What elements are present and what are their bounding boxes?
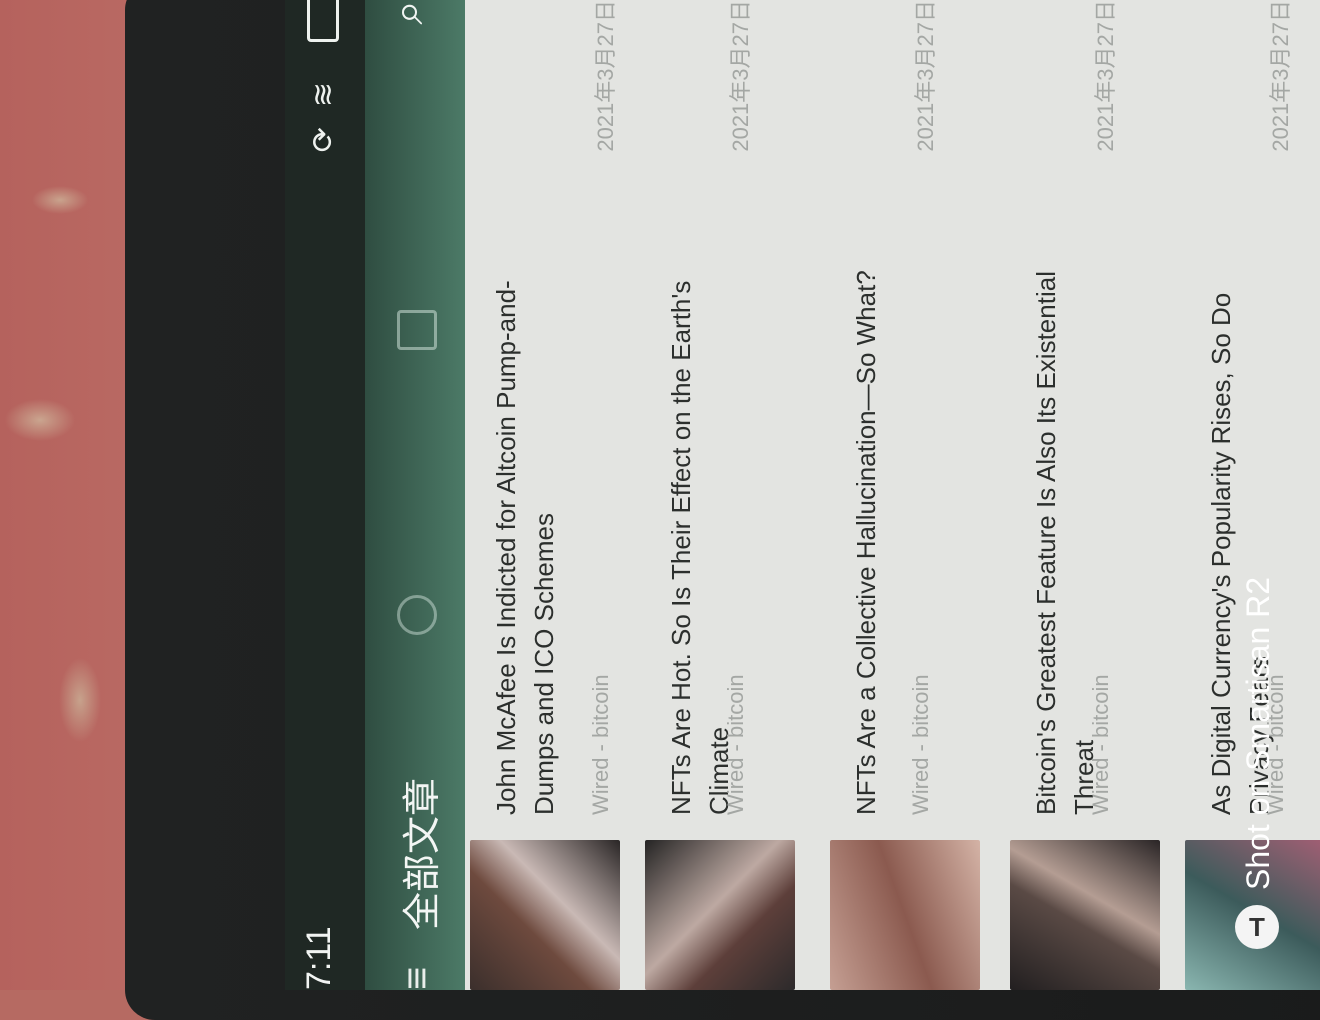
- article-thumbnail: [830, 840, 980, 990]
- wifi-icon: ≋: [306, 82, 340, 108]
- article-source: Wired - bitcoin: [588, 674, 613, 815]
- article-date: 2021年3月27日: [593, 0, 618, 152]
- status-icons: ⟳ ≋: [297, 0, 349, 152]
- select-icon[interactable]: [397, 310, 437, 350]
- unread-filter-icon[interactable]: [397, 595, 437, 635]
- watermark-text: Shot on Smartisan R2: [1240, 576, 1276, 890]
- watermark-logo: T: [1235, 905, 1279, 949]
- menu-icon[interactable]: ≡: [395, 967, 440, 990]
- article-source: Wired - bitcoin: [723, 674, 748, 815]
- search-icon[interactable]: ⌕: [383, 0, 433, 25]
- article-source: Wired - bitcoin: [908, 674, 933, 815]
- article-thumbnail: [1010, 840, 1160, 990]
- article-date: 2021年3月27日: [913, 0, 938, 152]
- sync-icon: ⟳: [306, 127, 340, 153]
- status-bar: 7:11 ⟳ ≋: [285, 0, 365, 990]
- page-title: 全部文章: [400, 777, 444, 930]
- article-date: 2021年3月27日: [1268, 0, 1293, 152]
- app-bar: ≡ 全部文章 ⌕: [365, 0, 465, 990]
- reader-screen: 7:11 ⟳ ≋ ≡ 全部文章 ⌕ John McAfee Is Indicte…: [285, 0, 1320, 990]
- article-list: John McAfee Is Indicted for Altcoin Pump…: [470, 0, 1320, 990]
- article-title: John McAfee Is Indicted for Altcoin Pump…: [491, 280, 559, 815]
- article-date: 2021年3月27日: [1093, 0, 1118, 152]
- article-title: NFTs Are a Collective Hallucination—So W…: [851, 270, 881, 815]
- battery-icon: [307, 0, 339, 42]
- screen-viewport: 7:11 ⟳ ≋ ≡ 全部文章 ⌕ John McAfee Is Indicte…: [285, 0, 1320, 990]
- article-source: Wired - bitcoin: [1088, 674, 1113, 815]
- article-thumbnail: [645, 840, 795, 990]
- article-date: 2021年3月27日: [728, 0, 753, 152]
- status-time: 7:11: [300, 926, 338, 990]
- article-thumbnail: [470, 840, 620, 990]
